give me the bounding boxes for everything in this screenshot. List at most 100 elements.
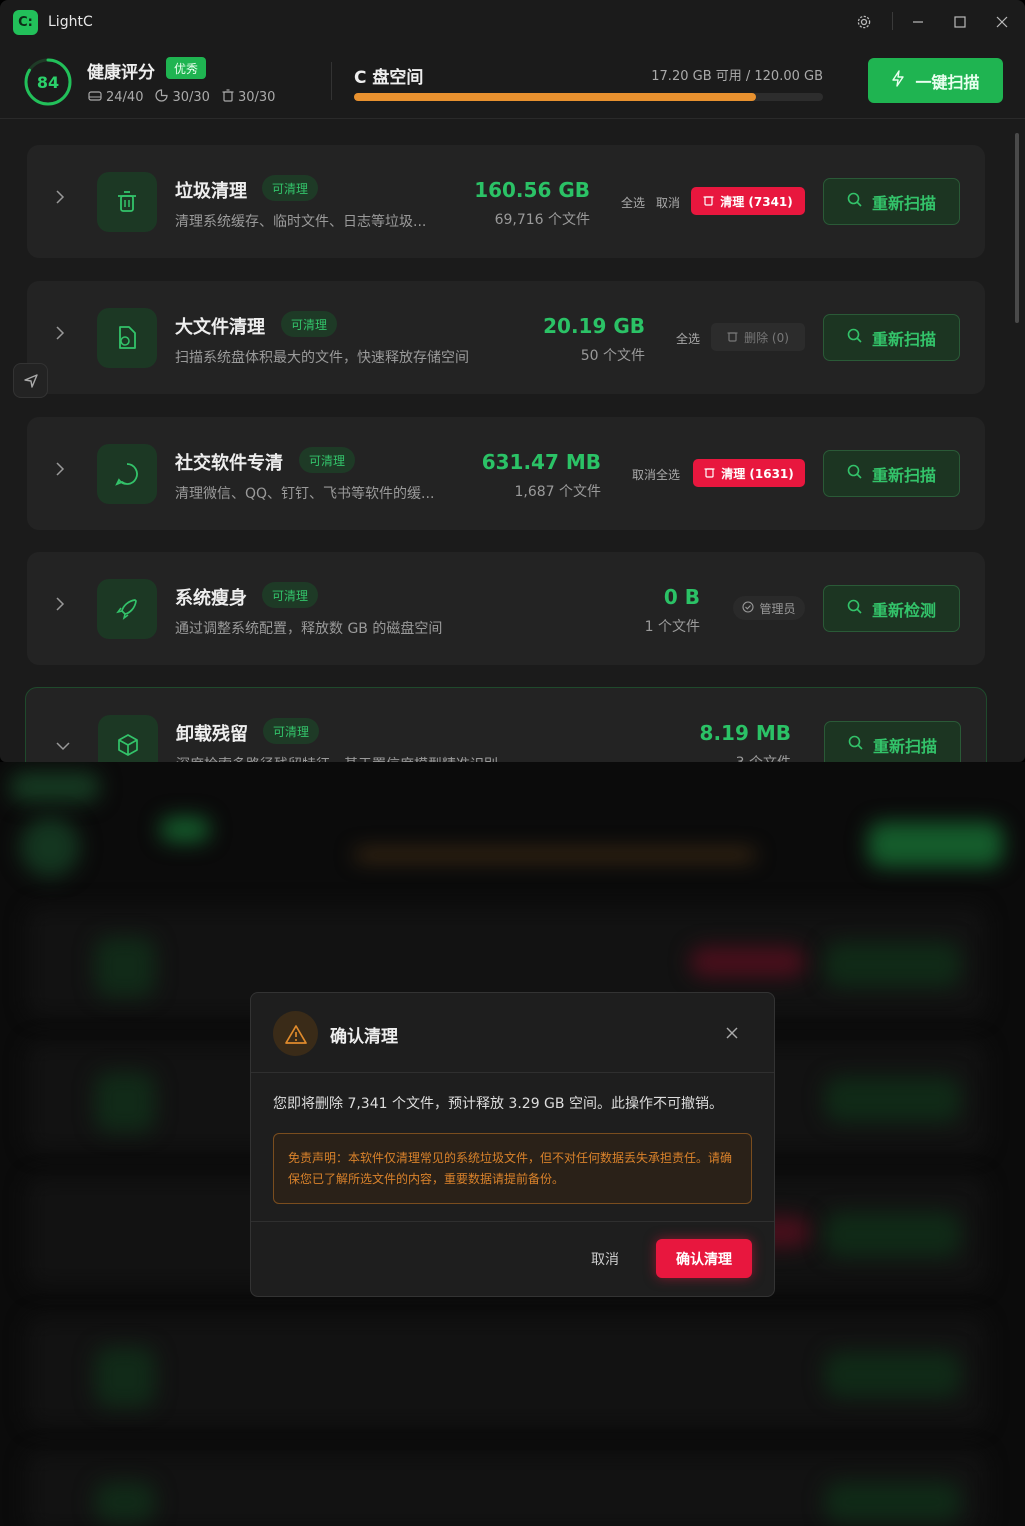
large-file-icon [97, 308, 157, 368]
trash-icon [727, 330, 738, 345]
stat-perf-value: 30/30 [172, 90, 210, 105]
rescan-button[interactable]: 重新扫描 [824, 721, 961, 762]
redetect-button[interactable]: 重新检测 [823, 585, 960, 632]
dialog-divider [251, 1072, 774, 1073]
rescan-button[interactable]: 重新扫描 [823, 314, 960, 361]
clean-button[interactable]: 清理 (1631) [693, 459, 805, 487]
dialog-confirm-button[interactable]: 确认清理 [656, 1239, 752, 1278]
blurred-disk-bar [355, 850, 755, 860]
dialog-cancel-button[interactable]: 取消 [591, 1249, 619, 1269]
rocket-icon [97, 579, 157, 639]
dialog-divider [251, 1221, 774, 1222]
disk-info: 17.20 GB 可用 / 120.00 GB [651, 69, 823, 84]
rescan-label: 重新扫描 [871, 329, 936, 349]
search-icon [847, 328, 862, 347]
rescan-label: 重新扫描 [871, 193, 936, 213]
scrollbar[interactable] [1013, 119, 1021, 762]
cleanable-tag: 可清理 [299, 447, 356, 473]
blurred-icon [95, 1072, 155, 1132]
disclaimer-box: 免责声明：本软件仅清理常见的系统垃圾文件，但不对任何数据丢失承担责任。请确保您已… [273, 1133, 752, 1204]
chevron-right-icon[interactable] [55, 461, 65, 480]
cleanable-tag: 可清理 [262, 582, 319, 608]
cleanable-tag: 可清理 [263, 718, 320, 744]
one-click-scan-button[interactable]: 一键扫描 [868, 58, 1003, 103]
blurred-icon [95, 1347, 155, 1407]
disk-usage-fill [354, 93, 756, 101]
delete-button-label: 删除 (0) [744, 330, 789, 345]
card-social-apps: 社交软件专清 可清理 清理微信、QQ、钉钉、飞书等软件的缓... 631.47 … [27, 417, 985, 530]
blurred-rescan [825, 942, 960, 987]
rescan-label: 重新扫描 [872, 736, 937, 756]
scrollbar-thumb[interactable] [1015, 133, 1019, 323]
cancel-link[interactable]: 取消 [656, 194, 680, 211]
card-size: 631.47 MB [481, 450, 601, 474]
search-icon [847, 192, 862, 211]
confirm-clean-dialog: 确认清理 您即将删除 7,341 个文件，预计释放 3.29 GB 空间。此操作… [250, 992, 775, 1297]
card-title: 大文件清理 [175, 317, 265, 338]
card-title: 系统瘦身 [175, 588, 247, 609]
main-window: C: LightC 84 健康评分 优秀 24/40 30/30 30/30 C… [0, 0, 1025, 762]
card-file-count: 50 个文件 [580, 348, 645, 364]
card-file-count: 1,687 个文件 [514, 484, 601, 500]
blurred-rescan [825, 1212, 960, 1257]
card-size: 20.19 GB [543, 314, 645, 338]
card-uninstall-residue: 卸载残留 可清理 深度检索多路径残留特征，基于置信度模型精准识别 8.19 MB… [25, 687, 987, 762]
card-description: 通过调整系统配置，释放数 GB 的磁盘空间 [175, 621, 443, 637]
settings-gear-icon[interactable] [852, 10, 876, 34]
maximize-icon[interactable] [948, 10, 972, 34]
blurred-badge [160, 817, 210, 842]
close-icon[interactable] [990, 10, 1014, 34]
card-title: 卸载残留 [176, 724, 248, 745]
app-logo: C: [13, 9, 38, 35]
card-description: 清理微信、QQ、钉钉、飞书等软件的缓... [175, 486, 435, 502]
admin-label: 管理员 [759, 601, 796, 616]
search-icon [847, 599, 862, 618]
rescan-button[interactable]: 重新扫描 [823, 450, 960, 497]
health-stats: 24/40 30/30 30/30 [88, 89, 275, 106]
chevron-right-icon[interactable] [55, 596, 65, 615]
delete-button[interactable]: 删除 (0) [711, 323, 805, 351]
category-list: 垃圾清理 可清理 清理系统缓存、临时文件、日志等垃圾... 160.56 GB … [0, 119, 1025, 762]
card-large-files: 大文件清理 可清理 扫描系统盘体积最大的文件，快速释放存储空间 20.19 GB… [27, 281, 985, 394]
chevron-right-icon[interactable] [55, 325, 65, 344]
header-divider [331, 62, 332, 100]
search-icon [847, 464, 862, 483]
one-click-scan-label: 一键扫描 [915, 72, 980, 92]
health-badge: 优秀 [166, 57, 207, 79]
health-label: 健康评分 [87, 63, 155, 83]
title-bar: C: LightC [0, 0, 1025, 44]
card-system-slim: 系统瘦身 可清理 通过调整系统配置，释放数 GB 的磁盘空间 0 B 1 个文件… [27, 552, 985, 665]
select-all-link[interactable]: 全选 [621, 194, 645, 211]
minimize-icon[interactable] [906, 10, 930, 34]
card-description: 深度检索多路径残留特征，基于置信度模型精准识别 [176, 754, 498, 762]
card-description: 扫描系统盘体积最大的文件，快速释放存储空间 [175, 350, 469, 366]
card-file-count: 1 个文件 [644, 619, 700, 635]
trash-small-icon [222, 89, 234, 106]
blurred-gauge [20, 817, 80, 877]
dialog-title: 确认清理 [330, 1027, 398, 1047]
rescan-button[interactable]: 重新扫描 [823, 178, 960, 225]
card-title: 社交软件专清 [175, 453, 283, 474]
stat-trash-value: 30/30 [237, 90, 276, 105]
disk-title: C 盘空间 [354, 68, 424, 88]
cleanable-tag: 可清理 [262, 175, 319, 201]
titlebar-divider [892, 12, 893, 30]
search-icon [848, 735, 863, 754]
chevron-down-icon[interactable] [56, 736, 70, 755]
close-icon[interactable] [726, 1023, 738, 1044]
trash-icon [703, 194, 714, 209]
trash-icon [97, 172, 157, 232]
app-title: LightC [48, 14, 93, 30]
lightning-icon [891, 70, 905, 91]
card-size: 8.19 MB [699, 721, 791, 745]
clean-button[interactable]: 清理 (7341) [691, 187, 805, 215]
blurred-rescan [825, 1482, 960, 1522]
send-navigation-icon[interactable] [13, 363, 48, 398]
drive-icon [88, 90, 102, 106]
redetect-label: 重新检测 [871, 600, 936, 620]
health-score: 84 [36, 72, 60, 92]
chevron-right-icon[interactable] [55, 189, 65, 208]
select-all-link[interactable]: 全选 [676, 330, 700, 347]
deselect-all-link[interactable]: 取消全选 [632, 466, 680, 483]
admin-badge: 管理员 [733, 596, 805, 620]
